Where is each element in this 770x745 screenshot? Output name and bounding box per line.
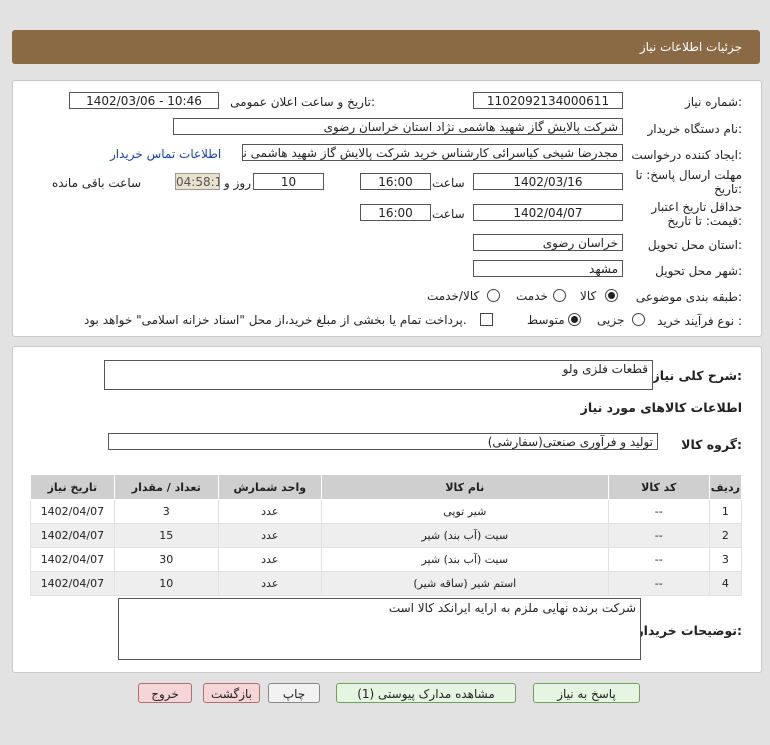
validity-label-line2: قیمت: تا تاریخ: <box>667 214 742 228</box>
buyer-org-field: شرکت پالایش گاز شهید هاشمی نژاد استان خر… <box>173 118 623 135</box>
cell-row-number: 2 <box>708 523 743 548</box>
cell-item-code: -- <box>607 547 710 572</box>
page-title: جزئیات اطلاعات نیاز <box>639 40 742 54</box>
table-row: 4 -- استم شیر (ساقه شیر) عدد 10 1402/04/… <box>30 571 743 596</box>
goods-group-field: تولید و فرآوری صنعتی(سفارشی) <box>108 433 658 450</box>
page-header: جزئیات اطلاعات نیاز <box>12 30 760 64</box>
need-number-field: 1102092134000611 <box>473 92 623 109</box>
attachments-button[interactable]: مشاهده مدارک پیوستی (1) <box>336 683 516 703</box>
cell-quantity: 3 <box>113 499 219 524</box>
cell-need-date: 1402/04/07 <box>30 499 115 524</box>
cell-item-name: سیت (آب بند) شیر <box>320 547 609 572</box>
cell-item-name: شیر توپی <box>320 499 609 524</box>
goods-table-header: ردیف کد کالا نام کالا واحد شمارش تعداد /… <box>30 474 743 500</box>
contact-buyer-link[interactable]: اطلاعات تماس خریدار <box>110 147 221 161</box>
cell-item-name: سیت (آب بند) شیر <box>320 523 609 548</box>
remaining-time-field: 04:58:18 <box>175 173 220 190</box>
deadline-label-line2: تاریخ: <box>714 182 742 196</box>
deadline-time-field: 16:00 <box>360 173 431 190</box>
cell-item-code: -- <box>607 523 710 548</box>
cell-unit: عدد <box>217 523 322 548</box>
cell-need-date: 1402/04/07 <box>30 571 115 596</box>
cell-row-number: 1 <box>708 499 743 524</box>
cell-need-date: 1402/04/07 <box>30 547 115 572</box>
treasury-payment-note: پرداخت تمام یا بخشی از مبلغ خرید،از محل … <box>84 313 467 327</box>
days-label: روز و <box>224 176 251 190</box>
table-row: 1 -- شیر توپی عدد 3 1402/04/07 <box>30 499 743 524</box>
announce-field: 1402/03/06 - 10:46 <box>69 92 219 109</box>
cell-need-date: 1402/04/07 <box>30 523 115 548</box>
back-button[interactable]: بازگشت <box>203 683 260 703</box>
cell-unit: عدد <box>217 499 322 524</box>
category-radio-service[interactable] <box>553 289 566 302</box>
province-label: استان محل تحویل: <box>647 238 742 252</box>
city-field: مشهد <box>473 260 623 277</box>
exit-button[interactable]: خروج <box>138 683 192 703</box>
cell-quantity: 10 <box>113 571 219 596</box>
goods-group-label: گروه کالا: <box>681 437 742 452</box>
goods-section-title: اطلاعات کالاهای مورد نیاز <box>580 400 742 415</box>
table-row: 3 -- سیت (آب بند) شیر عدد 30 1402/04/07 <box>30 547 743 572</box>
cell-item-name: استم شیر (ساقه شیر) <box>320 571 609 596</box>
cell-quantity: 30 <box>113 547 219 572</box>
process-label: نوع فرآیند خرید : <box>657 314 742 328</box>
cell-quantity: 15 <box>113 523 219 548</box>
category-option-goods-service: کالا/خدمت <box>427 289 480 303</box>
summary-label: شرح کلی نیاز: <box>652 368 743 383</box>
col-quantity: تعداد / مقدار <box>113 474 219 500</box>
col-unit: واحد شمارش <box>217 474 322 500</box>
cell-row-number: 4 <box>708 571 743 596</box>
process-radio-medium[interactable] <box>568 313 581 326</box>
col-item-name: نام کالا <box>320 474 609 500</box>
buyer-org-label: نام دستگاه خریدار: <box>647 122 743 136</box>
deadline-label-line1: مهلت ارسال پاسخ: تا <box>635 168 742 182</box>
reply-button[interactable]: پاسخ به نیاز <box>533 683 640 703</box>
category-option-goods: کالا <box>580 289 597 303</box>
col-row-number: ردیف <box>708 474 743 500</box>
province-field: خراسان رضوی <box>473 234 623 251</box>
creator-label: ایجاد کننده درخواست: <box>631 148 742 162</box>
creator-field: مجدرضا شیخی کیاسرائی کارشناس خرید شرکت پ… <box>242 144 623 161</box>
buyer-notes-field: شرکت برنده نهایی ملزم به ارایه ایرانکد ک… <box>118 598 641 660</box>
cell-item-code: -- <box>607 571 710 596</box>
validity-time-field: 16:00 <box>360 204 431 221</box>
validity-label-line1: حداقل تاریخ اعتبار <box>651 200 742 214</box>
process-option-medium: متوسط <box>527 313 565 327</box>
cell-row-number: 3 <box>708 547 743 572</box>
announce-label: تاریخ و ساعت اعلان عمومی: <box>230 95 375 109</box>
goods-table: ردیف کد کالا نام کالا واحد شمارش تعداد /… <box>30 474 743 596</box>
treasury-payment-checkbox[interactable] <box>480 313 493 326</box>
cell-unit: عدد <box>217 547 322 572</box>
category-radio-goods[interactable] <box>605 289 618 302</box>
table-row: 2 -- سیت (آب بند) شیر عدد 15 1402/04/07 <box>30 523 743 548</box>
category-radio-goods-service[interactable] <box>487 289 500 302</box>
col-item-code: کد کالا <box>607 474 710 500</box>
process-radio-minor[interactable] <box>632 313 645 326</box>
category-option-service: خدمت <box>516 289 548 303</box>
cell-item-code: -- <box>607 499 710 524</box>
cell-unit: عدد <box>217 571 322 596</box>
buyer-notes-label: توضیحات خریدار: <box>636 623 742 638</box>
remaining-label: ساعت باقی مانده <box>52 176 142 190</box>
validity-time-label: ساعت <box>432 207 465 221</box>
need-number-label: شماره نیاز: <box>684 95 742 109</box>
days-field: 10 <box>253 173 324 190</box>
process-option-minor: جزیی <box>597 313 625 327</box>
col-need-date: تاریخ نیاز <box>30 474 115 500</box>
validity-date-field: 1402/04/07 <box>473 204 623 221</box>
city-label: شهر محل تحویل: <box>655 264 742 278</box>
print-button[interactable]: چاپ <box>268 683 320 703</box>
category-label: طبقه بندی موضوعی: <box>635 290 742 304</box>
deadline-date-field: 1402/03/16 <box>473 173 623 190</box>
summary-field: قطعات فلزی ولو <box>104 360 653 390</box>
deadline-time-label: ساعت <box>432 176 465 190</box>
